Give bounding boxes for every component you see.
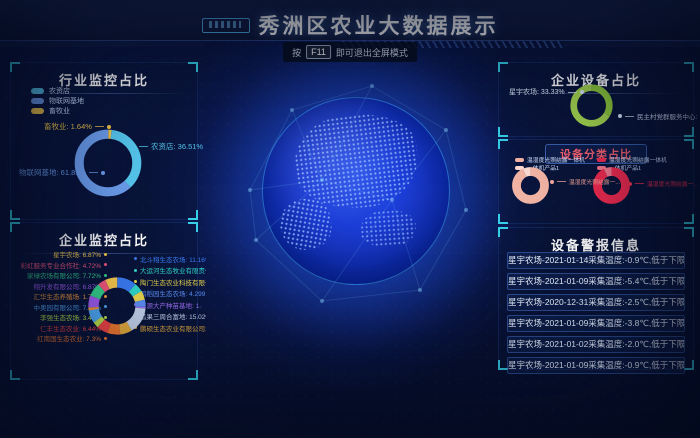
- leader-line: [95, 126, 104, 127]
- label-dot: [104, 337, 107, 340]
- panel-title: 行业监控占比: [11, 63, 197, 89]
- dashboard: 秀洲区农业大数据展示 按 F11 即可退出全屏模式 行业监控占比: [0, 0, 700, 438]
- industry-legend: 农资店 物联网基地 畜牧业: [31, 87, 84, 117]
- chart-label: 北斗翔生态农场: 11.16%: [134, 253, 206, 265]
- legend-label: 农资店: [49, 86, 70, 96]
- tip-prefix: 按: [292, 46, 301, 59]
- corner-bracket: [10, 222, 20, 232]
- panel-device-ratio: 企业设备占比 星宇农场: 33.33% 民主村党群服务中心:: [498, 62, 694, 137]
- globe-visualization: [262, 97, 450, 285]
- label-dot: [107, 125, 111, 129]
- corner-bracket: [498, 227, 508, 237]
- label-dot: [132, 145, 136, 149]
- header-decoration-left: [0, 40, 212, 47]
- corner-bracket: [684, 139, 694, 149]
- alarm-list: 星宇农场-2021-01-14采集温度:-0.9℃,低于下限:0℃ 星宇农场-2…: [507, 252, 685, 378]
- legend-item[interactable]: 温湿度光照结露一体机: [597, 156, 667, 163]
- alarm-row: 星宇农场-2020-12-31采集温度:-2.5℃,低于下限:0℃: [507, 294, 685, 311]
- chart-label-right: 温湿度光照结露一...: [628, 179, 698, 188]
- chart-label: 彩虹服务专业合作社: 4.72%: [11, 260, 107, 271]
- corner-bracket: [188, 210, 198, 220]
- label-dot: [104, 253, 107, 256]
- legend-swatch: [597, 158, 606, 162]
- chart-label-xingyu: 星宇农场: 33.33%: [509, 87, 584, 97]
- corner-bracket: [498, 214, 508, 224]
- leader-line: [139, 146, 148, 147]
- brand-logo: [202, 18, 250, 33]
- corner-bracket: [498, 62, 508, 72]
- enterprise-donut-chart[interactable]: [86, 275, 148, 337]
- corner-bracket: [498, 127, 508, 137]
- panel-device-alarms: 设备警报信息 星宇农场-2021-01-14采集温度:-0.9℃,低于下限:0℃…: [498, 227, 694, 370]
- label-dot: [104, 263, 107, 266]
- chart-label-iot-base: 物联网基地: 61.85%: [19, 167, 105, 178]
- chart-label: 星宇农场: 6.87%: [11, 249, 107, 260]
- panel-device-category: 设备分类占比 温湿度光照结露一体机 一体机产品1 温湿度光照结露一体机: [498, 139, 694, 224]
- chart-label-minzhu: 民主村党群服务中心:: [618, 111, 697, 121]
- alarm-row: 星宇农场-2021-01-14采集温度:-0.9℃,低于下限:0℃: [507, 252, 685, 269]
- panel-enterprise-ratio: 企业监控占比 星宇农场: 6.87% 彩虹服务专业合作社: 4.72% 家绿农场…: [10, 222, 198, 380]
- corner-bracket: [10, 210, 20, 220]
- legend-item[interactable]: 物联网基地: [31, 97, 84, 105]
- brand-row: 秀洲区农业大数据展示: [0, 10, 700, 40]
- corner-bracket: [684, 214, 694, 224]
- alarm-row: 星宇农场-2021-01-09采集温度:-5.4℃,低于下限:0℃: [507, 273, 685, 290]
- alarm-row: 星宇农场-2021-01-02采集温度:-2.0℃,低于下限:0℃: [507, 336, 685, 353]
- category-donut-left[interactable]: [512, 167, 549, 204]
- legend-label: 物联网基地: [49, 96, 84, 106]
- legend-swatch: [31, 98, 44, 104]
- corner-bracket: [684, 360, 694, 370]
- panel-title: 设备警报信息: [499, 228, 693, 254]
- label-dot: [580, 90, 584, 94]
- label-dot: [134, 257, 137, 260]
- legend-swatch: [515, 158, 524, 162]
- fullscreen-tip: 按 F11 即可退出全屏模式: [283, 42, 417, 62]
- leader-line: [635, 183, 644, 184]
- chart-label-left: 温湿度光照结露一...: [550, 177, 620, 186]
- legend-item[interactable]: 畜牧业: [31, 107, 84, 115]
- corner-bracket: [188, 370, 198, 380]
- label-dot: [618, 114, 622, 118]
- leader-line: [89, 172, 98, 173]
- leader-line: [557, 181, 566, 182]
- panel-title: 企业监控占比: [11, 223, 197, 249]
- chart-label-agristore: 农资店: 36.51%: [132, 141, 203, 152]
- label-dot: [134, 269, 137, 272]
- f11-key: F11: [306, 45, 331, 59]
- industry-donut-chart[interactable]: [70, 125, 146, 201]
- chart-label-livestock: 畜牧业: 1.64%: [44, 121, 111, 132]
- corner-bracket: [684, 62, 694, 72]
- header-decoration-right: [560, 40, 700, 47]
- corner-bracket: [188, 62, 198, 72]
- continent-dots: [289, 108, 422, 215]
- continent-dots: [276, 194, 336, 254]
- corner-bracket: [684, 227, 694, 237]
- label-dot: [628, 182, 632, 186]
- corner-bracket: [684, 127, 694, 137]
- leader-line: [568, 92, 577, 93]
- alarm-row: 星宇农场-2021-01-09采集温度:-0.9℃,低于下限:0℃: [507, 357, 685, 374]
- legend-item[interactable]: 农资店: [31, 87, 84, 95]
- page-title: 秀洲区农业大数据展示: [259, 10, 499, 40]
- legend-swatch: [31, 108, 44, 114]
- label-dot: [550, 180, 554, 184]
- corner-bracket: [188, 222, 198, 232]
- alarm-row: 星宇农场-2021-01-09采集温度:-3.8℃,低于下限:0℃: [507, 315, 685, 332]
- leader-line: [625, 116, 634, 117]
- corner-bracket: [10, 62, 20, 72]
- label-dot: [101, 171, 105, 175]
- tip-suffix: 即可退出全屏模式: [336, 46, 408, 59]
- panel-industry-ratio: 行业监控占比 农资店 物联网基地 畜牧业 畜牧业: [10, 62, 198, 220]
- corner-bracket: [498, 139, 508, 149]
- legend-label: 畜牧业: [49, 106, 70, 116]
- legend-swatch: [31, 88, 44, 94]
- legend-item[interactable]: 温湿度光照结露一体机: [515, 156, 585, 163]
- continent-dots: [358, 208, 416, 249]
- corner-bracket: [10, 370, 20, 380]
- header: 秀洲区农业大数据展示: [0, 0, 700, 41]
